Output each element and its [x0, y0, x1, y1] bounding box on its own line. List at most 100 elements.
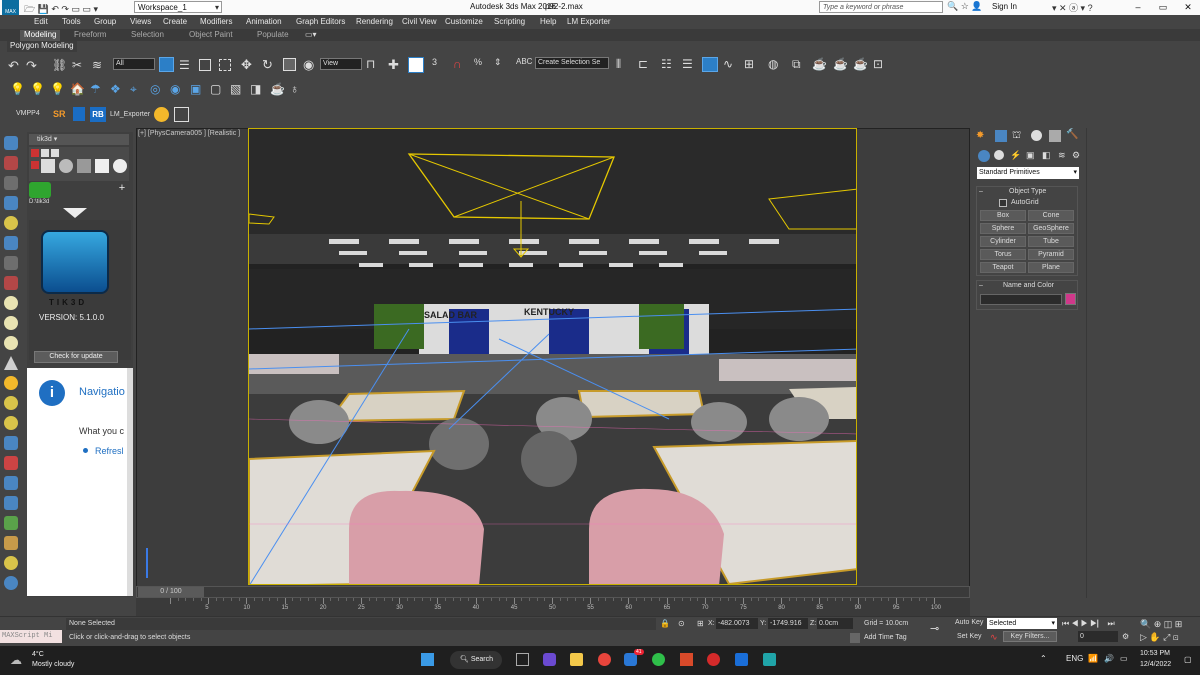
- strip-icon-3[interactable]: [4, 176, 18, 190]
- percent-snap-icon[interactable]: %: [474, 57, 482, 67]
- motion-tab-icon[interactable]: [1031, 130, 1042, 141]
- align-icon[interactable]: ⊏: [638, 57, 648, 71]
- shapes-icon[interactable]: [994, 150, 1004, 160]
- tik3d-red-icon[interactable]: [31, 161, 39, 169]
- proxy-icon[interactable]: ◎: [150, 82, 160, 96]
- menu-rendering[interactable]: Rendering: [356, 17, 393, 26]
- tik3d-add-icon[interactable]: +: [116, 182, 128, 194]
- close-button[interactable]: ✕: [1176, 1, 1200, 14]
- maximize-button[interactable]: ▭: [1151, 1, 1175, 14]
- strip-icon-4[interactable]: [4, 196, 18, 210]
- web-scrollbar[interactable]: [127, 368, 133, 596]
- scale-icon[interactable]: [283, 58, 296, 71]
- object-color-swatch[interactable]: [1065, 293, 1076, 305]
- geometry-icon[interactable]: [978, 150, 990, 162]
- plugin-extra-icon[interactable]: [174, 107, 189, 122]
- tik3d-close-icon[interactable]: [31, 149, 39, 157]
- mesh-light-icon[interactable]: ❖: [110, 82, 121, 96]
- rendered-frame-icon[interactable]: ☕: [812, 57, 827, 71]
- strip-icon-7[interactable]: [4, 256, 18, 270]
- key-filters-button[interactable]: Key Filters...: [1003, 631, 1057, 642]
- weather-temp[interactable]: 4°C: [32, 651, 44, 658]
- cone-button[interactable]: Cone: [1028, 210, 1074, 221]
- tik3d-cube-icon[interactable]: [41, 159, 55, 173]
- tik3d-pattern-icon[interactable]: [77, 159, 91, 173]
- mirror-icon[interactable]: ⫴: [616, 57, 621, 72]
- app-2-icon[interactable]: [680, 653, 693, 666]
- scene-explorer-icon[interactable]: ☰: [682, 57, 693, 71]
- lm-exporter-button[interactable]: LM_Exporter: [110, 111, 150, 118]
- vray-frame-buffer-icon[interactable]: ▢: [210, 82, 221, 96]
- strip-icon-2[interactable]: [4, 156, 18, 170]
- move-icon[interactable]: ✥: [241, 57, 252, 73]
- strip-icon-10[interactable]: [4, 316, 18, 330]
- category-dropdown[interactable]: Standard Primitives ▾: [977, 167, 1079, 179]
- name-color-header[interactable]: Name and Color: [1003, 282, 1054, 289]
- strip-icon-5[interactable]: [4, 216, 18, 230]
- render-production-icon[interactable]: ☕: [833, 57, 848, 71]
- systems-icon[interactable]: ⚙: [1072, 150, 1080, 161]
- search-button[interactable]: 🔍︎ Search: [450, 651, 502, 669]
- strip-icon-8[interactable]: [4, 276, 18, 290]
- clock-date[interactable]: 12/4/2022: [1140, 661, 1171, 668]
- time-slider[interactable]: [136, 586, 970, 598]
- teapot-button[interactable]: Teapot: [980, 262, 1026, 273]
- spinner-snap-icon[interactable]: ⇕: [494, 57, 502, 68]
- rollout-collapse-icon[interactable]: –: [979, 282, 983, 289]
- tik3d-search-icon[interactable]: [29, 182, 51, 198]
- strip-icon-20[interactable]: [4, 516, 18, 530]
- tik3d-sphere-icon[interactable]: [59, 159, 73, 173]
- z-coord-field[interactable]: 0.0cm: [817, 618, 853, 629]
- lock-icon[interactable]: 🔒: [660, 619, 670, 628]
- display-tab-icon[interactable]: [1049, 130, 1061, 142]
- hierarchy-tab-icon[interactable]: ⛫: [1012, 130, 1021, 143]
- strip-icon-18[interactable]: [4, 476, 18, 490]
- cameras-icon[interactable]: ▣: [1026, 150, 1035, 161]
- tik3d-bowtie-icon[interactable]: [95, 159, 109, 173]
- link-icon[interactable]: ⛓: [52, 58, 67, 72]
- file-explorer-icon[interactable]: [570, 653, 583, 666]
- workspace-dropdown[interactable]: Workspace_1: [134, 1, 222, 13]
- create-tab-icon[interactable]: ✸: [976, 130, 984, 141]
- cylinder-button[interactable]: Cylinder: [980, 236, 1026, 247]
- strip-icon-22[interactable]: [4, 556, 18, 570]
- strip-icon-1[interactable]: [4, 136, 18, 150]
- tik3d-back-icon[interactable]: [41, 149, 49, 157]
- strip-icon-23[interactable]: [4, 576, 18, 590]
- ies-light-icon[interactable]: ⌖: [130, 82, 137, 97]
- select-by-name-icon[interactable]: ☰: [179, 58, 190, 72]
- menu-help[interactable]: Help: [540, 17, 556, 26]
- render-setup-icon[interactable]: ⧉: [792, 57, 801, 72]
- rotate-icon[interactable]: ↻: [262, 57, 273, 73]
- check-update-button[interactable]: Check for update: [34, 351, 118, 363]
- search-input[interactable]: Type a keyword or phrase: [819, 1, 943, 13]
- strip-icon-9[interactable]: [4, 296, 18, 310]
- layer-manager-icon[interactable]: ☷: [661, 57, 672, 71]
- tik3d-forward-icon[interactable]: [51, 149, 59, 157]
- unlink-icon[interactable]: ✂: [72, 58, 82, 72]
- sun-plugin-icon[interactable]: [154, 107, 169, 122]
- wifi-icon[interactable]: 📶: [1088, 654, 1098, 663]
- light-3-icon[interactable]: 💡: [50, 82, 65, 96]
- vray-render-icon[interactable]: ▧: [230, 82, 241, 96]
- lang-indicator[interactable]: ENG: [1066, 654, 1083, 663]
- selection-lock-icon[interactable]: ⊙: [678, 619, 685, 628]
- key-mode-icon[interactable]: ∿: [990, 632, 998, 643]
- pivot-icon[interactable]: ⊓: [366, 57, 375, 71]
- ribbon-options-icon[interactable]: ▭▾: [305, 30, 317, 39]
- lights-icon[interactable]: ⚡: [1010, 150, 1021, 161]
- app-logo[interactable]: MAX: [2, 0, 19, 15]
- fur-icon[interactable]: ◉: [170, 82, 180, 96]
- curve-editor-icon[interactable]: ∿: [723, 57, 733, 71]
- ref-coord-dropdown[interactable]: View: [320, 58, 362, 70]
- y-coord-field[interactable]: -1749.916: [768, 618, 808, 629]
- toggle-ribbon-icon[interactable]: [702, 57, 718, 72]
- strip-icon-19[interactable]: [4, 496, 18, 510]
- bind-spacewarp-icon[interactable]: ≋: [92, 58, 102, 72]
- menu-views[interactable]: Views: [130, 17, 151, 26]
- render-iterative-icon[interactable]: ☕: [853, 57, 868, 71]
- angle-snap-icon[interactable]: ∩: [453, 57, 462, 71]
- nav-controls-2[interactable]: ▷ ✋ ⤢ ⊡: [1140, 632, 1179, 643]
- spacewarps-icon[interactable]: ≋: [1058, 150, 1066, 161]
- vray-ipr-icon[interactable]: ◨: [250, 82, 261, 96]
